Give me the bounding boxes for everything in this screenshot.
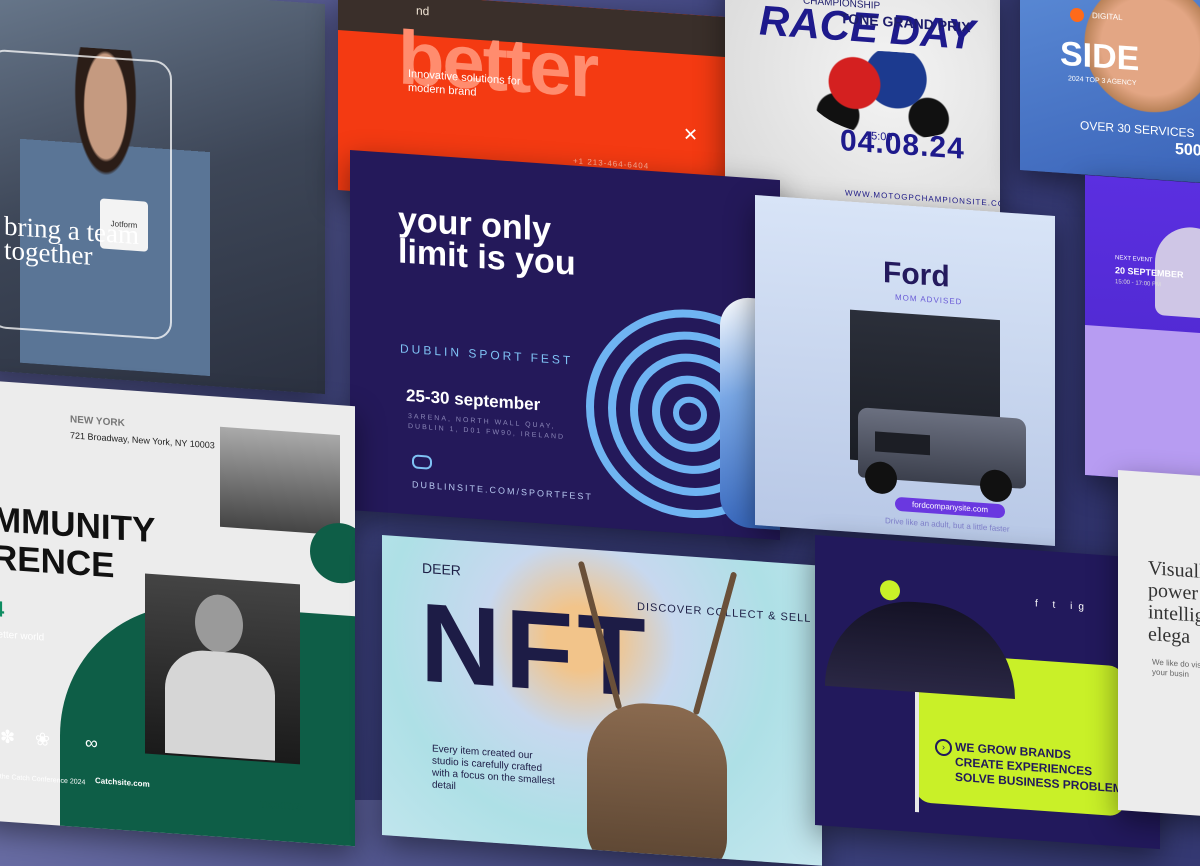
photo-frame: [0, 48, 172, 341]
purple-lower-panel: [1085, 325, 1200, 485]
social-icons[interactable]: f t ig: [1035, 598, 1090, 613]
umbrella-image: [825, 595, 1015, 699]
green-circle: [310, 521, 355, 586]
deer-label: DEER: [422, 559, 461, 579]
dublin-dates: 25-30 september: [406, 385, 541, 415]
comm-city: NEW YORK: [70, 414, 125, 430]
deer-head: [587, 699, 727, 866]
template-collage: Jotform bring a team together nd better …: [0, 0, 1200, 866]
visual-copy: We like do visually p your busin: [1152, 657, 1200, 679]
antler: [692, 571, 738, 716]
dublin-sport-card[interactable]: your only limit is you DUBLIN SPORT FEST…: [350, 150, 780, 541]
photo-post-card[interactable]: Jotform bring a team together: [0, 0, 325, 395]
race-time: 15:00: [865, 129, 893, 144]
comm-year: 4: [0, 595, 5, 622]
upload-icon: [880, 579, 900, 601]
dublin-fest: DUBLIN SPORT FEST: [400, 341, 574, 368]
visual-card[interactable]: Visuall power intellig elega We like do …: [1118, 470, 1200, 819]
truck-grill: [875, 431, 930, 456]
leaf-icon: ✽: [0, 726, 16, 748]
side-count: 500+: [1175, 140, 1200, 161]
photo-headline: bring a team together: [4, 210, 139, 271]
visual-headline: Visuall power intellig elega: [1148, 557, 1200, 649]
umbrella-stick: [915, 691, 919, 813]
ford-tagline: Drive like an adult, but a little faster: [885, 516, 1010, 534]
speaker-body: [165, 647, 275, 761]
deer-copy: Every item created our studio is careful…: [432, 743, 555, 793]
close-icon: ✕: [683, 124, 699, 146]
purple-event-card[interactable]: NEXT EVENT 20 SEPTEMBER 15:00 - 17:00 PM: [1085, 175, 1200, 485]
comm-address: 721 Broadway, New York, NY 10003: [70, 430, 215, 451]
crowd-photo: [220, 426, 340, 536]
umbrella-brand-card[interactable]: f t ig › WE GROW BRANDS CREATE EXPERIENC…: [815, 535, 1160, 850]
community-conference-card[interactable]: NEW YORK 721 Broadway, New York, NY 1000…: [0, 380, 355, 847]
deer-nft-card[interactable]: DEER DISCOVER COLLECT & SELL NFT Every i…: [382, 535, 822, 866]
infinity-icon: ∞: [85, 732, 98, 754]
comm-headline: MMUNITY RENCE: [0, 500, 155, 588]
dublin-headline: your only limit is you: [398, 200, 576, 283]
infinity-logo-icon: [412, 454, 432, 470]
lotus-icon: ❀: [35, 728, 51, 750]
side-word: SIDE: [1060, 34, 1140, 79]
side-agency-card[interactable]: DIGITAL SIDE 2024 TOP 3 AGENCY OVER 30 S…: [1020, 0, 1200, 186]
ford-sub: MOM ADVISED: [895, 292, 963, 307]
ford-card[interactable]: Ford MOM ADVISED fordcompanysite.com Dri…: [755, 195, 1055, 546]
dublin-address: 3ARENA, NORTH WALL QUAY, DUBLIN 1, D01 F…: [408, 413, 566, 442]
ford-site-pill[interactable]: fordcompanysite.com: [895, 496, 1005, 519]
ford-brand: Ford: [883, 255, 950, 294]
arrow-right-icon: ›: [935, 738, 952, 757]
event-label: NEXT EVENT: [1115, 255, 1153, 264]
comm-better: better world: [0, 628, 45, 644]
badge-dot-icon: [1070, 7, 1084, 23]
dublin-site: DUBLINSITE.COM/SPORTFEST: [412, 479, 593, 502]
